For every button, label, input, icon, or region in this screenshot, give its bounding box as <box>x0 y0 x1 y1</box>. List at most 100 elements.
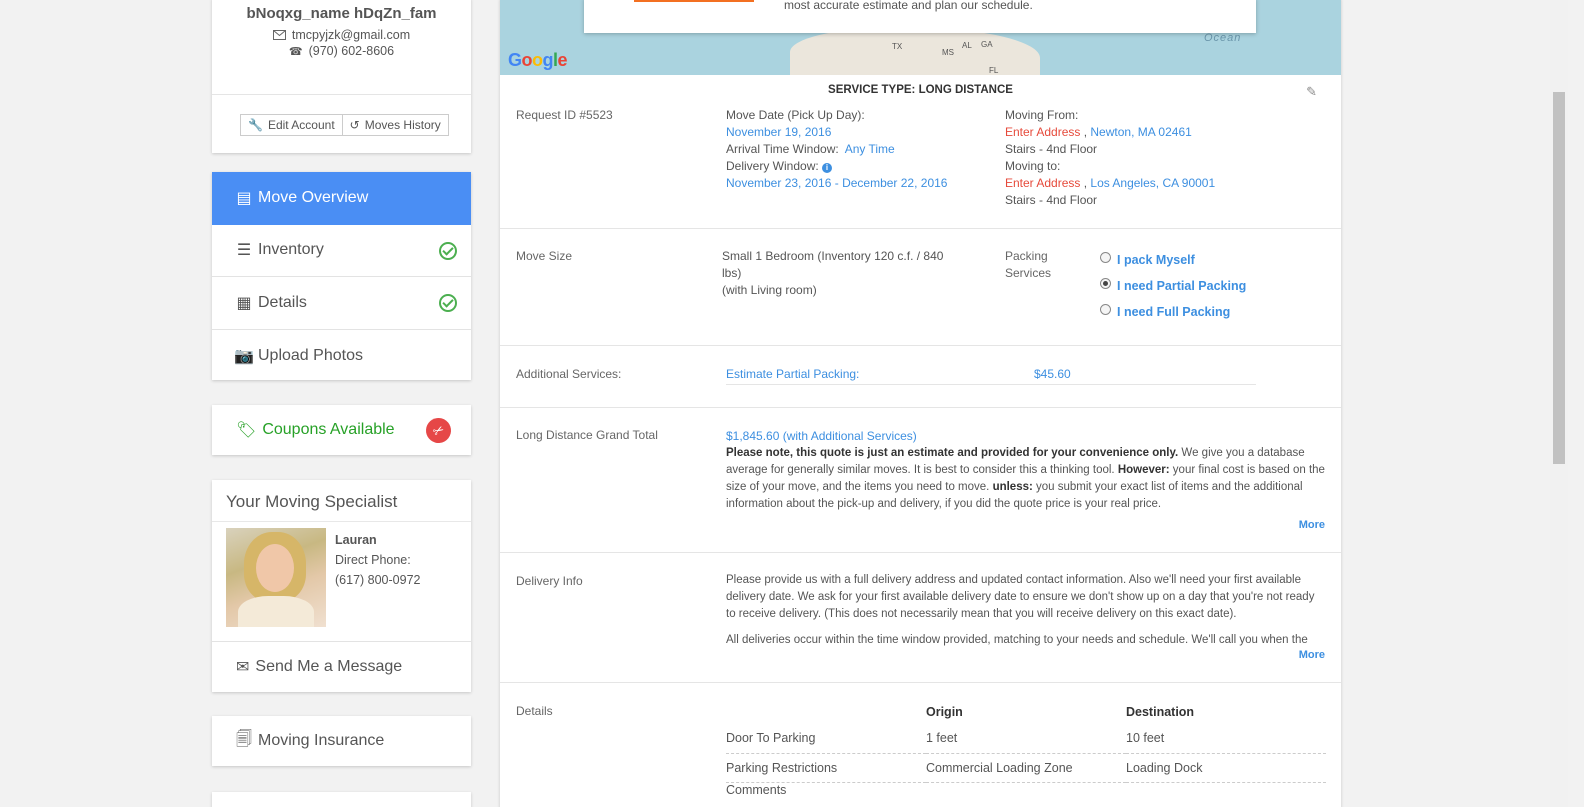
move-size-value[interactable]: Small 1 Bedroom (Inventory 120 c.f. / 84… <box>722 248 972 299</box>
moving-insurance-button[interactable]: 🗐 Moving Insurance <box>212 716 471 766</box>
profile-phone-row: ☎ (970) 602-8606 <box>212 44 471 58</box>
more-link[interactable]: More <box>1299 649 1325 661</box>
moving-insurance-label: Moving Insurance <box>257 732 385 749</box>
delivery-para: All deliveries occur within the time win… <box>726 634 1308 646</box>
radio-pack-myself[interactable]: I pack Myself <box>1100 247 1246 273</box>
to-city[interactable]: Los Angeles, CA 90001 <box>1090 176 1215 190</box>
map-state-label: FL <box>989 66 999 75</box>
nav-item-details[interactable]: ▦ Details <box>212 277 471 330</box>
profile-actions: 🔧 Edit Account ↺ Moves History <box>240 114 449 136</box>
orange-button[interactable] <box>634 0 754 2</box>
table-row: Parking Restrictions Commercial Loading … <box>726 753 1326 783</box>
radio-partial-packing[interactable]: I need Partial Packing <box>1100 273 1246 299</box>
from-floor: Stairs - 4nd Floor <box>1005 142 1098 156</box>
route-map[interactable]: TX AL MS GA FL Google Ocean most accurat… <box>500 0 1341 75</box>
sidebar-nav: ▤ Move Overview ☰ Inventory ▦ Details 📷 … <box>212 172 471 380</box>
to-enter-address-link[interactable]: Enter Address <box>1005 176 1080 190</box>
packing-label-line: Services <box>1005 266 1052 280</box>
packing-options: I pack Myself I need Partial Packing I n… <box>1100 247 1246 325</box>
move-overview-panel: TX AL MS GA FL Google Ocean most accurat… <box>500 0 1341 807</box>
coupons-label: Coupons Available <box>262 421 395 438</box>
from-city[interactable]: Newton, MA 02461 <box>1090 125 1191 139</box>
tag-icon: 🏷 <box>236 422 257 439</box>
edit-account-button[interactable]: 🔧 Edit Account <box>240 114 343 136</box>
table-header-destination: Destination <box>1126 705 1195 719</box>
map-banner: most accurate estimate and plan our sche… <box>584 0 1256 33</box>
scrollbar-thumb[interactable] <box>1553 92 1565 464</box>
table-header-row: Origin Destination <box>726 700 1326 724</box>
delivery-info-label: Delivery Info <box>516 574 583 588</box>
row-name: Parking Restrictions <box>726 753 926 783</box>
map-ocean-label: Ocean <box>1204 32 1242 44</box>
move-size-label: Move Size <box>516 249 573 263</box>
pencil-icon[interactable]: ✎ <box>1306 84 1317 100</box>
divider <box>212 94 471 95</box>
row-name: Comments <box>726 782 787 797</box>
row-origin: 1 feet <box>926 724 1126 754</box>
note-bold: unless: <box>992 481 1033 493</box>
move-date-label: Move Date (Pick Up Day): <box>726 108 865 122</box>
grand-total-content: $1,845.60 (with Additional Services) Ple… <box>726 428 1326 513</box>
map-state-label: GA <box>981 40 993 49</box>
move-date-block: Move Date (Pick Up Day): November 19, 20… <box>726 107 996 192</box>
row-destination <box>1126 782 1326 807</box>
sidebar-card <box>212 792 471 807</box>
map-state-label: TX <box>892 42 903 51</box>
additional-service-name[interactable]: Estimate Partial Packing: <box>726 367 859 381</box>
arrival-label: Arrival Time Window: <box>726 142 839 156</box>
grand-total-section: Long Distance Grand Total $1,845.60 (wit… <box>500 407 1341 552</box>
move-size-section: Move Size Small 1 Bedroom (Inventory 120… <box>500 228 1341 345</box>
send-message-label: Send Me a Message <box>255 658 403 675</box>
delivery-window-label: Delivery Window: <box>726 159 819 173</box>
table-row: Comments <box>726 782 1326 807</box>
scrollbar[interactable] <box>1550 0 1568 807</box>
moving-to-label: Moving to: <box>1005 159 1061 173</box>
nav-item-inventory[interactable]: ☰ Inventory <box>212 225 471 277</box>
table-row: Door To Parking 1 feet 10 feet <box>726 724 1326 754</box>
table-header-origin: Origin <box>926 705 963 719</box>
arrival-value[interactable]: Any Time <box>845 142 895 156</box>
nav-label: Move Overview <box>258 189 369 207</box>
packing-label-line: Packing <box>1005 249 1048 263</box>
row-name: Door To Parking <box>726 724 926 754</box>
coupon-badge-icon: ✂ <box>421 413 456 448</box>
radio-full-packing[interactable]: I need Full Packing <box>1100 299 1246 325</box>
envelope-icon: ✉ <box>236 659 250 676</box>
moves-history-button[interactable]: ↺ Moves History <box>342 114 449 136</box>
map-land <box>790 28 1040 75</box>
arrival-row: Arrival Time Window: Any Time <box>726 141 996 158</box>
coupons-available-button[interactable]: 🏷 Coupons Available ✂ <box>212 405 471 455</box>
additional-services-section: Additional Services: Estimate Partial Pa… <box>500 345 1341 407</box>
camera-icon: 📷 <box>234 347 254 365</box>
check-circle-icon <box>439 294 457 312</box>
info-icon[interactable]: i <box>822 163 833 173</box>
delivery-window[interactable]: November 23, 2016 - December 22, 2016 <box>726 175 996 192</box>
envelope-icon <box>272 30 286 40</box>
table-header <box>726 700 926 724</box>
specialist-photo <box>226 528 326 627</box>
check-circle-icon <box>439 241 457 260</box>
nav-item-move-overview[interactable]: ▤ Move Overview <box>212 172 471 225</box>
wrench-icon: 🔧 <box>248 118 263 132</box>
nav-item-upload-photos[interactable]: 📷 Upload Photos <box>212 330 471 383</box>
radio-icon <box>1100 303 1111 315</box>
id-card-icon: ▦ <box>236 294 252 312</box>
nav-label: Inventory <box>258 241 324 259</box>
additional-service-price: $45.60 <box>1034 367 1071 381</box>
from-enter-address-link[interactable]: Enter Address <box>1005 125 1080 139</box>
more-link[interactable]: More <box>1299 519 1325 531</box>
nav-label: Upload Photos <box>258 346 363 364</box>
details-section: Details Origin Destination Door To Parki… <box>500 682 1341 807</box>
grand-total-value: $1,845.60 (with Additional Services) <box>726 429 917 443</box>
profile-email-row: tmcpyjzk@gmail.com <box>212 28 471 42</box>
delivery-info-section: Delivery Info Please provide us with a f… <box>500 552 1341 682</box>
profile-email: tmcpyjzk@gmail.com <box>291 28 411 42</box>
specialist-name: Lauran <box>335 533 377 547</box>
send-message-button[interactable]: ✉ Send Me a Message <box>212 641 471 692</box>
map-banner-text: most accurate estimate and plan our sche… <box>784 0 1033 12</box>
address-block: Moving From: Enter Address , Newton, MA … <box>1005 107 1325 209</box>
document-icon: 🗐 <box>236 730 252 748</box>
move-date[interactable]: November 19, 2016 <box>726 124 996 141</box>
radio-label: I need Partial Packing <box>1117 279 1247 293</box>
moving-specialist-card: Your Moving Specialist Lauran Direct Pho… <box>212 480 471 692</box>
